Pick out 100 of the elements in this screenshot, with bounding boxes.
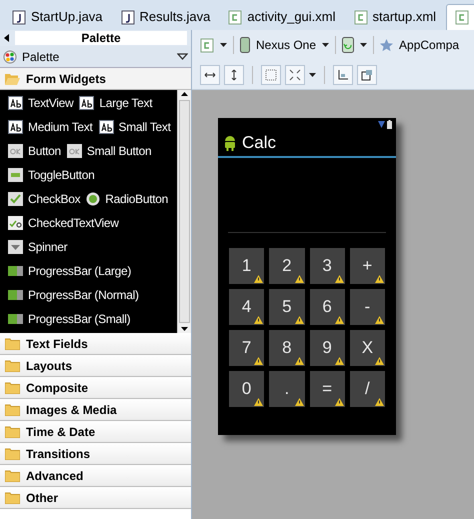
folder-icon bbox=[5, 360, 20, 372]
widget-item[interactable]: RadioButton bbox=[105, 190, 168, 208]
editor-tab[interactable]: startup.xml bbox=[346, 4, 444, 30]
fit-width-button[interactable] bbox=[200, 64, 220, 84]
battery-icon bbox=[387, 120, 392, 128]
xml-file-icon bbox=[200, 38, 214, 52]
keypad-button[interactable]: - bbox=[350, 289, 385, 325]
category-header[interactable]: Form Widgets bbox=[0, 68, 191, 90]
text-widget-icon bbox=[8, 96, 23, 110]
text-widget-icon bbox=[79, 96, 94, 110]
warning-icon bbox=[375, 316, 384, 324]
widget-item[interactable]: Small Button bbox=[86, 142, 152, 160]
zoom-fit-button[interactable] bbox=[285, 64, 305, 84]
star-icon bbox=[380, 38, 394, 52]
panel-title: Palette bbox=[15, 31, 187, 45]
caret-icon bbox=[309, 72, 316, 76]
widget-item[interactable]: Button bbox=[28, 142, 61, 160]
warning-icon bbox=[294, 398, 304, 406]
grid-button[interactable] bbox=[261, 64, 281, 84]
folder-icon bbox=[5, 338, 20, 350]
folder-icon bbox=[5, 382, 20, 394]
keypad-button[interactable]: 5 bbox=[269, 289, 304, 325]
keypad-button[interactable]: 0 bbox=[229, 371, 264, 407]
app-title: Calc bbox=[242, 132, 276, 154]
java-file-icon bbox=[12, 10, 26, 24]
widget-item[interactable]: ToggleButton bbox=[28, 166, 94, 184]
widget-item[interactable]: ProgressBar (Large) bbox=[28, 262, 132, 280]
radio-button-icon bbox=[86, 192, 100, 206]
folder-icon bbox=[5, 470, 20, 482]
theme-selector[interactable]: AppCompa bbox=[399, 36, 460, 54]
fit-height-button[interactable] bbox=[224, 64, 244, 84]
folder-icon bbox=[5, 404, 20, 416]
scroll-up-icon[interactable] bbox=[181, 92, 188, 96]
java-file-icon bbox=[120, 10, 135, 24]
widget-item[interactable]: Small Text bbox=[118, 118, 171, 136]
keypad-button[interactable]: 1 bbox=[229, 248, 264, 284]
signal-icon bbox=[378, 120, 385, 128]
widget-item[interactable]: CheckBox bbox=[28, 190, 80, 208]
folder-icon bbox=[5, 448, 20, 460]
keypad-button[interactable]: 2 bbox=[269, 248, 304, 284]
warning-icon bbox=[375, 357, 384, 365]
warning-icon bbox=[254, 357, 264, 365]
keypad-button[interactable]: 7 bbox=[229, 330, 264, 366]
warning-icon bbox=[294, 357, 304, 365]
warning-icon bbox=[254, 316, 264, 324]
warning-icon bbox=[254, 398, 264, 406]
keypad-button[interactable]: 6 bbox=[310, 289, 345, 325]
text-widget-icon bbox=[8, 120, 23, 134]
keypad-button[interactable]: . bbox=[269, 371, 304, 407]
keypad-button[interactable]: 9 bbox=[310, 330, 345, 366]
layout-button[interactable] bbox=[333, 64, 353, 84]
warning-icon bbox=[334, 275, 344, 283]
xml-file-icon bbox=[455, 10, 470, 25]
xml-file-icon bbox=[354, 10, 368, 24]
widget-item[interactable]: Spinner bbox=[28, 238, 68, 256]
spinner-widget-icon bbox=[8, 240, 23, 254]
keypad-button[interactable]: = bbox=[310, 371, 345, 407]
warning-icon bbox=[334, 357, 344, 365]
keypad-button[interactable]: 8 bbox=[269, 330, 304, 366]
warning-icon bbox=[254, 275, 264, 283]
folder-icon bbox=[5, 426, 20, 438]
caret-icon bbox=[322, 43, 330, 47]
xml-file-icon bbox=[228, 10, 242, 24]
scrollbar[interactable] bbox=[177, 90, 191, 333]
button-widget-icon bbox=[8, 144, 23, 158]
grid-icon bbox=[264, 68, 278, 82]
layout-icon bbox=[336, 68, 350, 82]
editor-tab[interactable]: activity_gui.xml bbox=[220, 4, 344, 30]
warning-icon bbox=[334, 316, 344, 324]
editor-tab[interactable]: StartUp.java bbox=[4, 4, 111, 30]
button-widget-icon bbox=[66, 144, 82, 158]
keypad-button[interactable]: 3 bbox=[310, 248, 345, 284]
keypad-button[interactable]: / bbox=[350, 371, 385, 407]
warning-icon bbox=[294, 316, 304, 324]
widget-item[interactable]: Medium Text bbox=[28, 118, 93, 136]
widget-item[interactable]: TextView bbox=[28, 94, 74, 112]
layout-icon bbox=[360, 68, 374, 82]
folder-icon bbox=[5, 492, 20, 504]
widget-item[interactable]: Large Text bbox=[99, 94, 152, 112]
editor-tab[interactable] bbox=[446, 4, 474, 30]
keypad-button[interactable]: X bbox=[350, 330, 385, 366]
collapse-icon[interactable] bbox=[4, 34, 9, 42]
text-widget-icon bbox=[98, 120, 114, 134]
widget-item[interactable]: ProgressBar (Normal) bbox=[28, 286, 139, 304]
editor-tab[interactable]: Results.java bbox=[112, 4, 218, 30]
toggle-widget-icon bbox=[8, 168, 23, 182]
palette-dropdown[interactable]: Palette bbox=[0, 46, 191, 68]
warning-icon bbox=[375, 275, 384, 283]
keypad-button[interactable]: 4 bbox=[229, 289, 264, 325]
keypad-button[interactable]: + bbox=[350, 248, 385, 284]
widget-item[interactable]: CheckedTextView bbox=[28, 214, 119, 232]
progress-bar-icon bbox=[8, 266, 23, 276]
rotate-icon[interactable] bbox=[342, 37, 354, 53]
layout-button[interactable] bbox=[357, 64, 377, 84]
device-selector[interactable]: Nexus One bbox=[256, 36, 316, 54]
caret-icon bbox=[360, 43, 368, 47]
widget-item[interactable]: ProgressBar (Small) bbox=[28, 310, 130, 328]
scroll-down-icon[interactable] bbox=[181, 327, 188, 331]
checked-text-icon bbox=[8, 216, 23, 230]
warning-icon bbox=[375, 398, 384, 406]
